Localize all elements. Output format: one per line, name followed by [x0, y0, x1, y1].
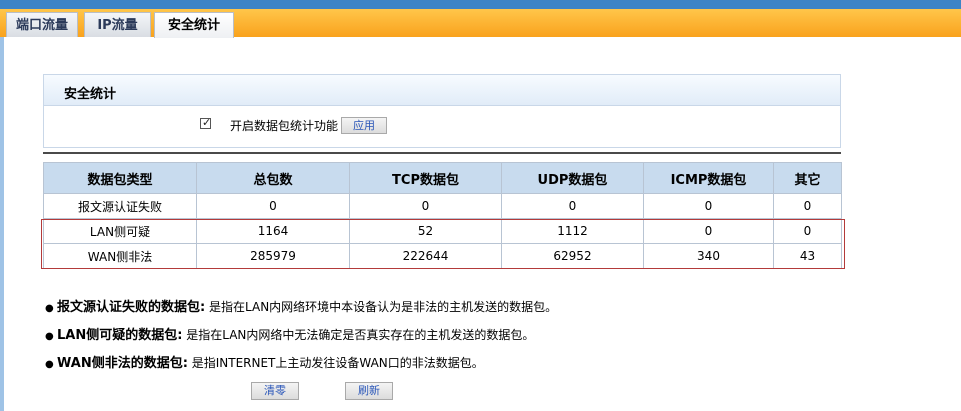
cell-other: 0 [773, 218, 842, 244]
col-header-icmp: ICMP数据包 [643, 162, 774, 194]
cell-tcp: 222644 [349, 243, 502, 269]
cell-total: 285979 [196, 243, 350, 269]
checkmark-icon: ✓ [202, 116, 212, 129]
note-item: ● 报文源认证失败的数据包: 是指在LAN内网络环境中本设备认为是非法的主机发送的… [45, 300, 557, 328]
divider [43, 152, 841, 154]
note-desc: 是指在LAN内网络环境中本设备认为是非法的主机发送的数据包。 [209, 300, 558, 314]
note-item: ● WAN侧非法的数据包: 是指INTERNET上主动发往设备WAN口的非法数据包… [45, 356, 557, 384]
col-header-total: 总包数 [196, 162, 350, 194]
cell-icmp: 0 [643, 218, 774, 244]
bullet-icon: ● [45, 303, 54, 314]
cell-udp: 1112 [501, 218, 644, 244]
top-bar [0, 0, 961, 9]
tab-port-traffic[interactable]: 端口流量 [6, 12, 78, 37]
notes-list: ● 报文源认证失败的数据包: 是指在LAN内网络环境中本设备认为是非法的主机发送的… [45, 300, 557, 384]
clear-button[interactable]: 清零 [251, 382, 299, 400]
col-header-udp: UDP数据包 [501, 162, 644, 194]
tab-security-stats[interactable]: 安全统计 [154, 12, 234, 38]
panel-header: 安全统计 [44, 75, 840, 106]
table-row: 报文源认证失败 0 0 0 0 0 [43, 193, 842, 219]
bullet-icon: ● [45, 359, 54, 370]
cell-tcp: 52 [349, 218, 502, 244]
table-row: WAN侧非法 285979 222644 62952 340 43 [43, 243, 842, 269]
note-item: ● LAN侧可疑的数据包: 是指在LAN内网络中无法确定是否真实存在的主机发送的数… [45, 328, 557, 356]
note-desc: 是指INTERNET上主动发往设备WAN口的非法数据包。 [191, 356, 484, 370]
tab-bar: 端口流量 IP流量 安全统计 [0, 9, 961, 38]
enable-stats-checkbox[interactable]: ✓ [200, 116, 212, 129]
enable-stats-label: 开启数据包统计功能 [230, 119, 339, 133]
tab-ip-traffic[interactable]: IP流量 [84, 12, 151, 37]
cell-icmp: 0 [643, 193, 774, 219]
bullet-icon: ● [45, 331, 54, 342]
table-header-row: 数据包类型 总包数 TCP数据包 UDP数据包 ICMP数据包 其它 [43, 162, 842, 194]
refresh-button[interactable]: 刷新 [345, 382, 393, 400]
cell-type: 报文源认证失败 [43, 193, 197, 219]
security-stats-panel: 安全统计 ✓ 开启数据包统计功能 应用 [43, 74, 841, 148]
cell-total: 1164 [196, 218, 350, 244]
cell-udp: 0 [501, 193, 644, 219]
cell-type: WAN侧非法 [43, 243, 197, 269]
col-header-type: 数据包类型 [43, 162, 197, 194]
note-desc: 是指在LAN内网络中无法确定是否真实存在的主机发送的数据包。 [186, 328, 535, 342]
cell-total: 0 [196, 193, 350, 219]
cell-other: 0 [773, 193, 842, 219]
apply-button[interactable]: 应用 [341, 117, 387, 134]
cell-type: LAN侧可疑 [43, 218, 197, 244]
note-term: LAN侧可疑的数据包: [57, 328, 183, 343]
note-term: WAN侧非法的数据包: [57, 356, 188, 371]
table-row: LAN侧可疑 1164 52 1112 0 0 [43, 218, 842, 244]
note-term: 报文源认证失败的数据包: [57, 300, 206, 315]
col-header-other: 其它 [773, 162, 842, 194]
cell-udp: 62952 [501, 243, 644, 269]
col-header-tcp: TCP数据包 [349, 162, 502, 194]
panel-title: 安全统计 [64, 87, 117, 102]
cell-icmp: 340 [643, 243, 774, 269]
stats-table: 数据包类型 总包数 TCP数据包 UDP数据包 ICMP数据包 其它 报文源认证… [43, 162, 842, 269]
cell-tcp: 0 [349, 193, 502, 219]
cell-other: 43 [773, 243, 842, 269]
